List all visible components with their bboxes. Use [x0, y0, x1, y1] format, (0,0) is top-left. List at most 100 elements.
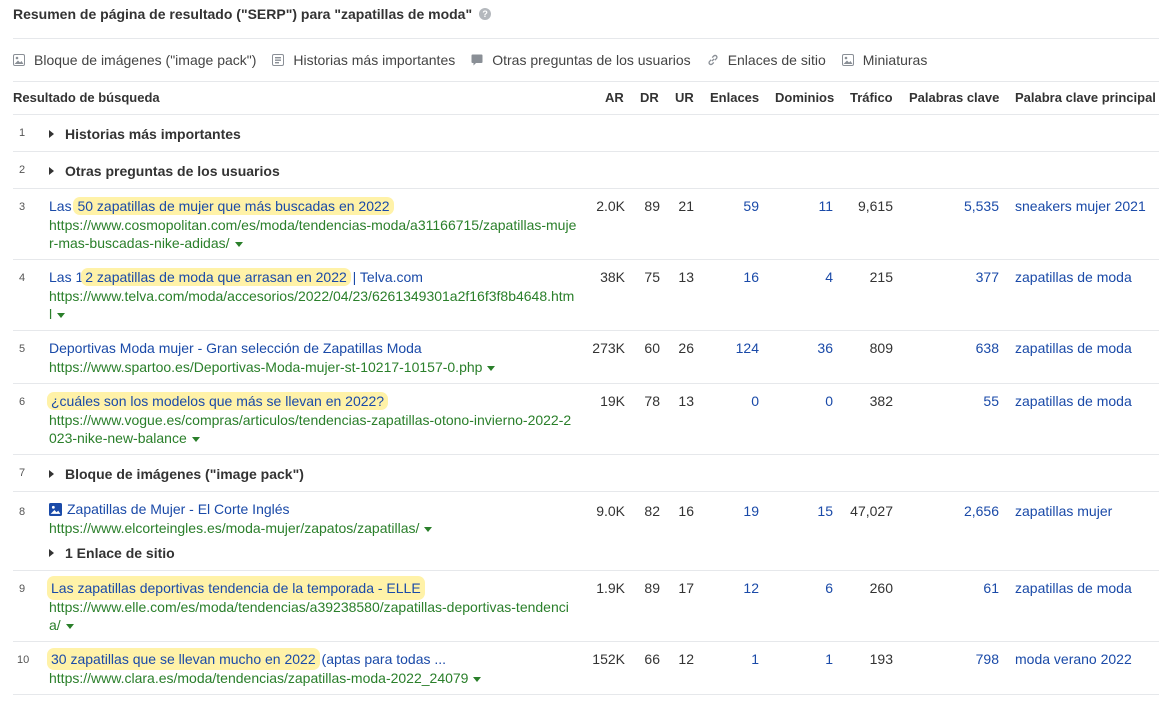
cell-keywords[interactable]: 61 [983, 580, 999, 596]
col-header-traffic[interactable]: Tráfico [850, 90, 893, 108]
result-url[interactable]: https://www.telva.com/moda/accesorios/20… [49, 287, 577, 323]
cell-top-keyword[interactable]: sneakers mujer 2021 [1015, 198, 1146, 214]
cell-keywords[interactable]: 5,535 [964, 198, 999, 214]
result-title-link[interactable]: Deportivas Moda mujer - Gran selección d… [49, 340, 422, 356]
dropdown-caret-icon[interactable] [424, 526, 433, 532]
help-icon[interactable]: ? [479, 8, 492, 20]
link-icon [708, 54, 718, 66]
result-url[interactable]: https://www.clara.es/moda/tendencias/zap… [49, 669, 577, 687]
cell-links[interactable]: 1 [751, 651, 759, 667]
cell-ar: 38K [600, 269, 625, 285]
serp-features-legend: Bloque de imágenes ("image pack") Histor… [13, 50, 943, 70]
feature-image-pack[interactable]: Bloque de imágenes ("image pack") [13, 52, 256, 68]
divider [13, 114, 1159, 115]
col-header-result[interactable]: Resultado de búsqueda [13, 90, 160, 108]
result-url[interactable]: https://www.spartoo.es/Deportivas-Moda-m… [49, 358, 577, 376]
result-title-link[interactable]: ¿cuáles son los modelos que más se lleva… [47, 392, 389, 410]
cell-domains[interactable]: 4 [825, 269, 833, 285]
cell-domains[interactable]: 1 [825, 651, 833, 667]
result-title-link[interactable]: Zapatillas de Mujer - El Corte Inglés [49, 501, 290, 517]
row-position: 1 [19, 127, 26, 139]
cell-links[interactable]: 59 [743, 198, 759, 214]
row-position: 3 [19, 201, 26, 213]
highlighted-text: 50 zapatillas de mujer que más buscadas … [73, 197, 394, 215]
col-header-dr[interactable]: DR [640, 90, 659, 108]
cell-links[interactable]: 124 [736, 340, 759, 356]
result-title-link[interactable]: Las 12 zapatillas de moda que arrasan en… [49, 268, 423, 286]
cell-top-keyword[interactable]: zapatillas de moda [1015, 393, 1132, 409]
page-title-text: Resumen de página de resultado ("SERP") … [13, 6, 473, 22]
divider [13, 188, 1159, 189]
dropdown-caret-icon[interactable] [487, 365, 496, 371]
cell-keywords[interactable]: 2,656 [964, 503, 999, 519]
cell-traffic: 47,027 [850, 503, 893, 519]
feature-row-people-also-ask[interactable]: Otras preguntas de los usuarios [49, 163, 280, 179]
highlighted-text: ¿cuáles son los modelos que más se lleva… [47, 392, 389, 410]
cell-domains[interactable]: 0 [825, 393, 833, 409]
dropdown-caret-icon[interactable] [473, 676, 482, 682]
question-icon [471, 54, 483, 66]
col-header-domains[interactable]: Dominios [775, 90, 834, 108]
cell-keywords[interactable]: 638 [976, 340, 999, 356]
result-url[interactable]: https://www.elle.com/es/moda/tendencias/… [49, 598, 577, 634]
cell-keywords[interactable]: 377 [976, 269, 999, 285]
divider [13, 259, 1159, 260]
cell-traffic: 809 [869, 340, 893, 356]
cell-dr: 78 [644, 393, 660, 409]
row-position: 6 [19, 396, 26, 408]
cell-top-keyword[interactable]: zapatillas mujer [1015, 503, 1112, 519]
col-header-ur[interactable]: UR [675, 90, 694, 108]
cell-domains[interactable]: 15 [817, 503, 833, 519]
cell-domains[interactable]: 6 [825, 580, 833, 596]
feature-row-image-pack[interactable]: Bloque de imágenes ("image pack") [49, 466, 304, 482]
feature-top-stories[interactable]: Historias más importantes [272, 52, 455, 68]
row-position: 2 [19, 164, 26, 176]
result-title-link[interactable]: Las zapatillas deportivas tendencia de l… [47, 576, 425, 600]
divider [13, 151, 1159, 152]
result-url[interactable]: https://www.cosmopolitan.com/es/moda/ten… [49, 216, 577, 252]
feature-thumbnails[interactable]: Miniaturas [841, 52, 927, 68]
divider [13, 81, 1159, 82]
row-position: 5 [19, 343, 26, 355]
cell-domains[interactable]: 36 [817, 340, 833, 356]
result-url[interactable]: https://www.elcorteingles.es/moda-mujer/… [49, 519, 577, 537]
feature-row-top-stories[interactable]: Historias más importantes [49, 126, 241, 142]
col-header-keywords[interactable]: Palabras clave [909, 90, 999, 108]
result-title-link[interactable]: Las 50 zapatillas de mujer que más busca… [49, 197, 394, 215]
cell-domains[interactable]: 11 [818, 198, 833, 214]
highlighted-text: Las zapatillas deportivas tendencia de l… [47, 576, 425, 600]
cell-links[interactable]: 19 [743, 503, 759, 519]
col-header-ar[interactable]: AR [605, 90, 624, 108]
thumbnail-icon [841, 54, 854, 66]
cell-keywords[interactable]: 55 [983, 393, 999, 409]
dropdown-caret-icon[interactable] [191, 436, 200, 442]
cell-top-keyword[interactable]: zapatillas de moda [1015, 269, 1132, 285]
cell-ur: 26 [678, 340, 694, 356]
feature-people-also-ask[interactable]: Otras preguntas de los usuarios [471, 52, 691, 68]
col-header-links[interactable]: Enlaces [710, 90, 759, 108]
cell-ur: 17 [678, 580, 694, 596]
col-header-top-keyword[interactable]: Palabra clave principal [1015, 90, 1156, 108]
cell-keywords[interactable]: 798 [976, 651, 999, 667]
sitelinks-toggle[interactable]: 1 Enlace de sitio [49, 545, 175, 561]
cell-ar: 1.9K [596, 580, 625, 596]
feature-sitelinks[interactable]: Enlaces de sitio [707, 52, 826, 68]
cell-links[interactable]: 0 [751, 393, 759, 409]
result-url[interactable]: https://www.vogue.es/compras/articulos/t… [49, 411, 577, 447]
dropdown-caret-icon[interactable] [57, 312, 66, 318]
dropdown-caret-icon[interactable] [65, 623, 74, 629]
cell-dr: 89 [644, 580, 660, 596]
cell-top-keyword[interactable]: zapatillas de moda [1015, 580, 1132, 596]
row-position: 8 [19, 506, 26, 518]
cell-dr: 82 [644, 503, 660, 519]
dropdown-caret-icon[interactable] [234, 241, 243, 247]
result-title-link[interactable]: 30 zapatillas que se llevan mucho en 202… [47, 648, 446, 670]
cell-dr: 89 [644, 198, 660, 214]
cell-links[interactable]: 12 [743, 580, 759, 596]
cell-links[interactable]: 16 [743, 269, 759, 285]
highlighted-text: 2 zapatillas de moda que arrasan en 2022 [81, 268, 351, 286]
cell-top-keyword[interactable]: zapatillas de moda [1015, 340, 1132, 356]
cell-traffic: 382 [869, 393, 893, 409]
cell-top-keyword[interactable]: moda verano 2022 [1015, 651, 1132, 667]
cell-dr: 75 [644, 269, 660, 285]
